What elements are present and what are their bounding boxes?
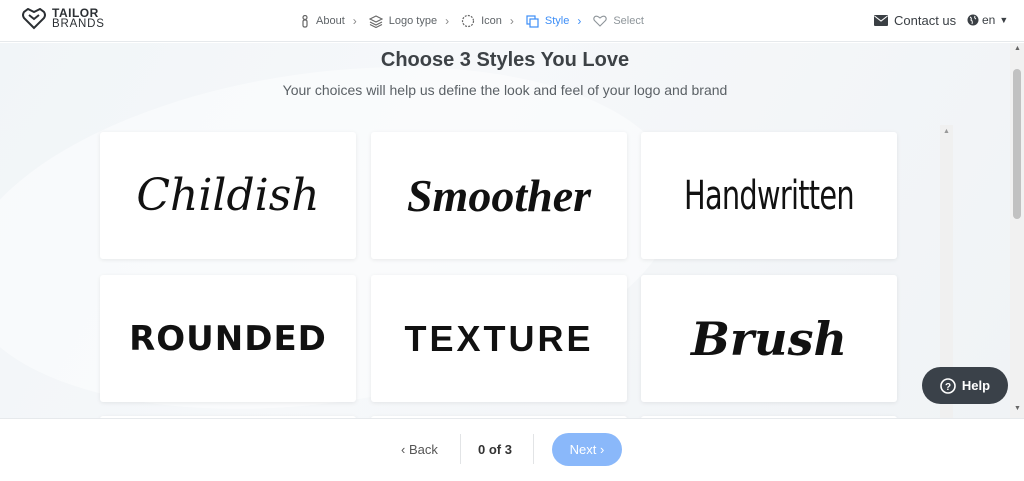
step-logo-type[interactable]: Logo type › xyxy=(368,14,450,28)
next-button[interactable]: Next › xyxy=(552,433,622,466)
style-card-label: Childish xyxy=(136,170,320,221)
style-card-rounded[interactable]: ROUNDED xyxy=(100,275,356,402)
chevron-right-icon: › xyxy=(509,14,514,28)
step-icon-label: Icon xyxy=(481,15,502,27)
style-card-texture[interactable]: TEXTURE xyxy=(371,275,627,402)
footer-nav: ‹ Back 0 of 3 Next › xyxy=(0,418,1024,481)
step-logo-type-label: Logo type xyxy=(388,15,438,27)
page-subtitle: Your choices will help us define the loo… xyxy=(282,82,728,98)
brand-name-line2: BRANDS xyxy=(52,18,105,30)
scrollbar-thumb[interactable] xyxy=(1013,69,1021,219)
page-scrollbar[interactable]: ▲ ▼ xyxy=(1010,43,1024,418)
divider xyxy=(533,434,534,464)
chevron-left-icon: ‹ xyxy=(401,442,409,457)
progress-steps: About › Logo type › Icon › Style › Selec… xyxy=(300,0,656,42)
question-circle-icon: ? xyxy=(940,377,956,394)
style-card-brush[interactable]: Brush xyxy=(641,275,897,402)
heart-icon xyxy=(593,15,608,27)
language-selector[interactable]: en ▼ xyxy=(967,13,1008,27)
heart-shield-logo-icon xyxy=(22,8,46,30)
scroll-up-arrow-icon[interactable]: ▲ xyxy=(943,128,950,135)
language-label: en xyxy=(982,13,996,27)
style-card-label: Smoother xyxy=(406,170,592,221)
envelope-icon xyxy=(874,15,888,26)
back-label: Back xyxy=(408,442,438,457)
globe-icon xyxy=(967,14,979,26)
step-about[interactable]: About › xyxy=(300,14,357,28)
help-button[interactable]: ? Help xyxy=(922,367,1008,404)
style-card-childish[interactable]: Childish xyxy=(100,132,356,259)
divider xyxy=(460,434,461,464)
chevron-down-icon: ▼ xyxy=(999,15,1009,25)
style-card-label: Handwritten xyxy=(684,172,855,219)
chevron-right-icon: › xyxy=(577,14,582,28)
step-select: Select xyxy=(593,15,644,27)
style-card-label: Brush xyxy=(691,311,847,366)
brand-logo[interactable]: TAILOR BRANDS xyxy=(22,7,105,30)
scroll-down-arrow-icon[interactable]: ▼ xyxy=(1014,405,1021,412)
chevron-right-icon: › xyxy=(596,442,605,457)
page-title: Choose 3 Styles You Love xyxy=(380,49,630,71)
brand-name: TAILOR BRANDS xyxy=(52,7,105,30)
style-card-label: TEXTURE xyxy=(404,317,594,359)
step-style[interactable]: Style › xyxy=(526,14,581,28)
step-about-label: About xyxy=(316,15,345,27)
scroll-up-arrow-icon[interactable]: ▲ xyxy=(1014,45,1021,52)
contact-us-label: Contact us xyxy=(894,13,957,28)
style-selection-area: Choose 3 Styles You Love Your choices wi… xyxy=(0,43,1010,418)
person-icon xyxy=(302,14,308,28)
style-card-label: ROUNDED xyxy=(129,318,327,359)
layers-icon xyxy=(368,14,383,28)
copy-icon xyxy=(526,14,539,28)
contact-us-link[interactable]: Contact us xyxy=(874,13,956,28)
chevron-right-icon: › xyxy=(445,14,450,28)
badge-icon xyxy=(461,14,475,28)
svg-text:?: ? xyxy=(945,382,951,393)
chevron-right-icon: › xyxy=(352,14,357,28)
top-header: TAILOR BRANDS About › Logo type › Icon ›… xyxy=(0,0,1024,42)
help-label: Help xyxy=(961,378,991,393)
step-select-label: Select xyxy=(613,15,644,27)
selection-counter: 0 of 3 xyxy=(478,442,512,457)
style-card-smoother[interactable]: Smoother xyxy=(371,132,627,259)
style-card-handwritten[interactable]: Handwritten xyxy=(641,132,897,259)
step-style-label: Style xyxy=(544,15,570,27)
next-label: Next xyxy=(569,442,597,457)
step-icon[interactable]: Icon › xyxy=(461,14,514,28)
back-button[interactable]: ‹ Back xyxy=(401,442,438,457)
